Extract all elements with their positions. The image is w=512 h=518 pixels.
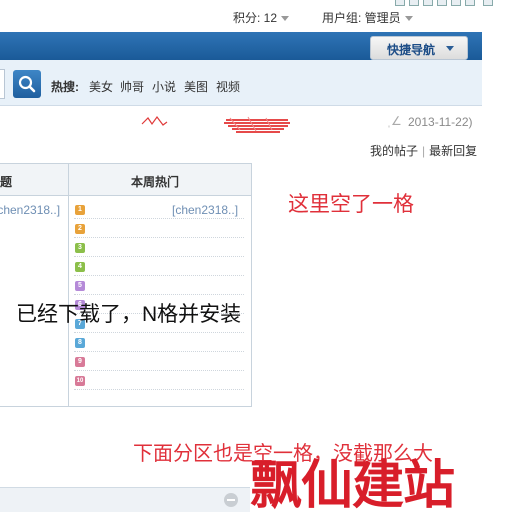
annotation-middle: 已经下载了，N格并安装	[16, 303, 242, 326]
search-button[interactable]	[13, 70, 41, 98]
rank-badge: 10	[75, 376, 85, 386]
redacted-scribble	[141, 115, 290, 133]
usergroup-label: 用户组: 管理员	[322, 11, 401, 25]
rank-badge: 5	[75, 281, 85, 291]
chevron-down-icon	[404, 16, 413, 22]
quick-nav-button[interactable]: 快捷导航	[370, 36, 468, 60]
hot-search-link[interactable]: 视频	[216, 78, 240, 95]
hot-search-link[interactable]: 美图	[184, 78, 208, 95]
usergroup-menu[interactable]: 用户组: 管理员	[322, 9, 413, 26]
thread-author-link[interactable]: [chen2318..]	[0, 203, 60, 217]
search-input[interactable]	[0, 69, 5, 99]
my-threads-link[interactable]: 我的帖子	[370, 144, 418, 158]
list-item[interactable]: 2	[74, 221, 244, 238]
edit-icon: ˌ∠	[387, 114, 402, 128]
chevron-down-icon	[446, 46, 454, 51]
table-header-title: 本周热门	[131, 175, 180, 189]
watermark: 飘仙建站	[250, 455, 455, 516]
table-header-left-title: 题	[0, 175, 13, 189]
rank-badge: 9	[75, 357, 85, 367]
hot-search-link[interactable]: 帅哥	[120, 78, 144, 95]
rank-badge: 8	[75, 338, 85, 348]
collapse-icon[interactable]	[224, 493, 238, 507]
hot-search-link[interactable]: 美女	[89, 78, 113, 95]
list-item[interactable]: 5	[74, 278, 244, 295]
latest-reply-link[interactable]: 最新回复	[429, 144, 477, 158]
hot-search-label: 热搜:	[51, 80, 79, 94]
forum-section-bar	[0, 487, 250, 512]
browser-toolbar-peek	[395, 0, 505, 6]
list-item[interactable]: 9	[74, 354, 244, 371]
list-item[interactable]: 4	[74, 259, 244, 276]
score-menu[interactable]: 积分: 12	[233, 9, 290, 26]
link-separator: |	[422, 144, 426, 158]
score-label: 积分: 12	[233, 11, 278, 25]
rank-badge: 3	[75, 243, 85, 253]
list-item[interactable]: 1	[74, 202, 244, 219]
rank-badge: 2	[75, 224, 85, 234]
annotation-top-right: 这里空了一格	[288, 193, 414, 216]
list-item[interactable]: 8	[74, 335, 244, 352]
list-item[interactable]: 10	[74, 373, 244, 390]
quick-nav-label: 快捷导航	[387, 43, 436, 57]
post-links: 我的帖子 | 最新回复	[370, 142, 477, 159]
chevron-down-icon	[281, 16, 290, 22]
list-item[interactable]: 3	[74, 240, 244, 257]
search-icon	[18, 75, 36, 93]
hot-search-link[interactable]: 小说	[152, 78, 176, 95]
rank-badge: 4	[75, 262, 85, 272]
rank-badge: 1	[75, 205, 85, 215]
post-date: 2013-11-22)	[408, 115, 473, 129]
